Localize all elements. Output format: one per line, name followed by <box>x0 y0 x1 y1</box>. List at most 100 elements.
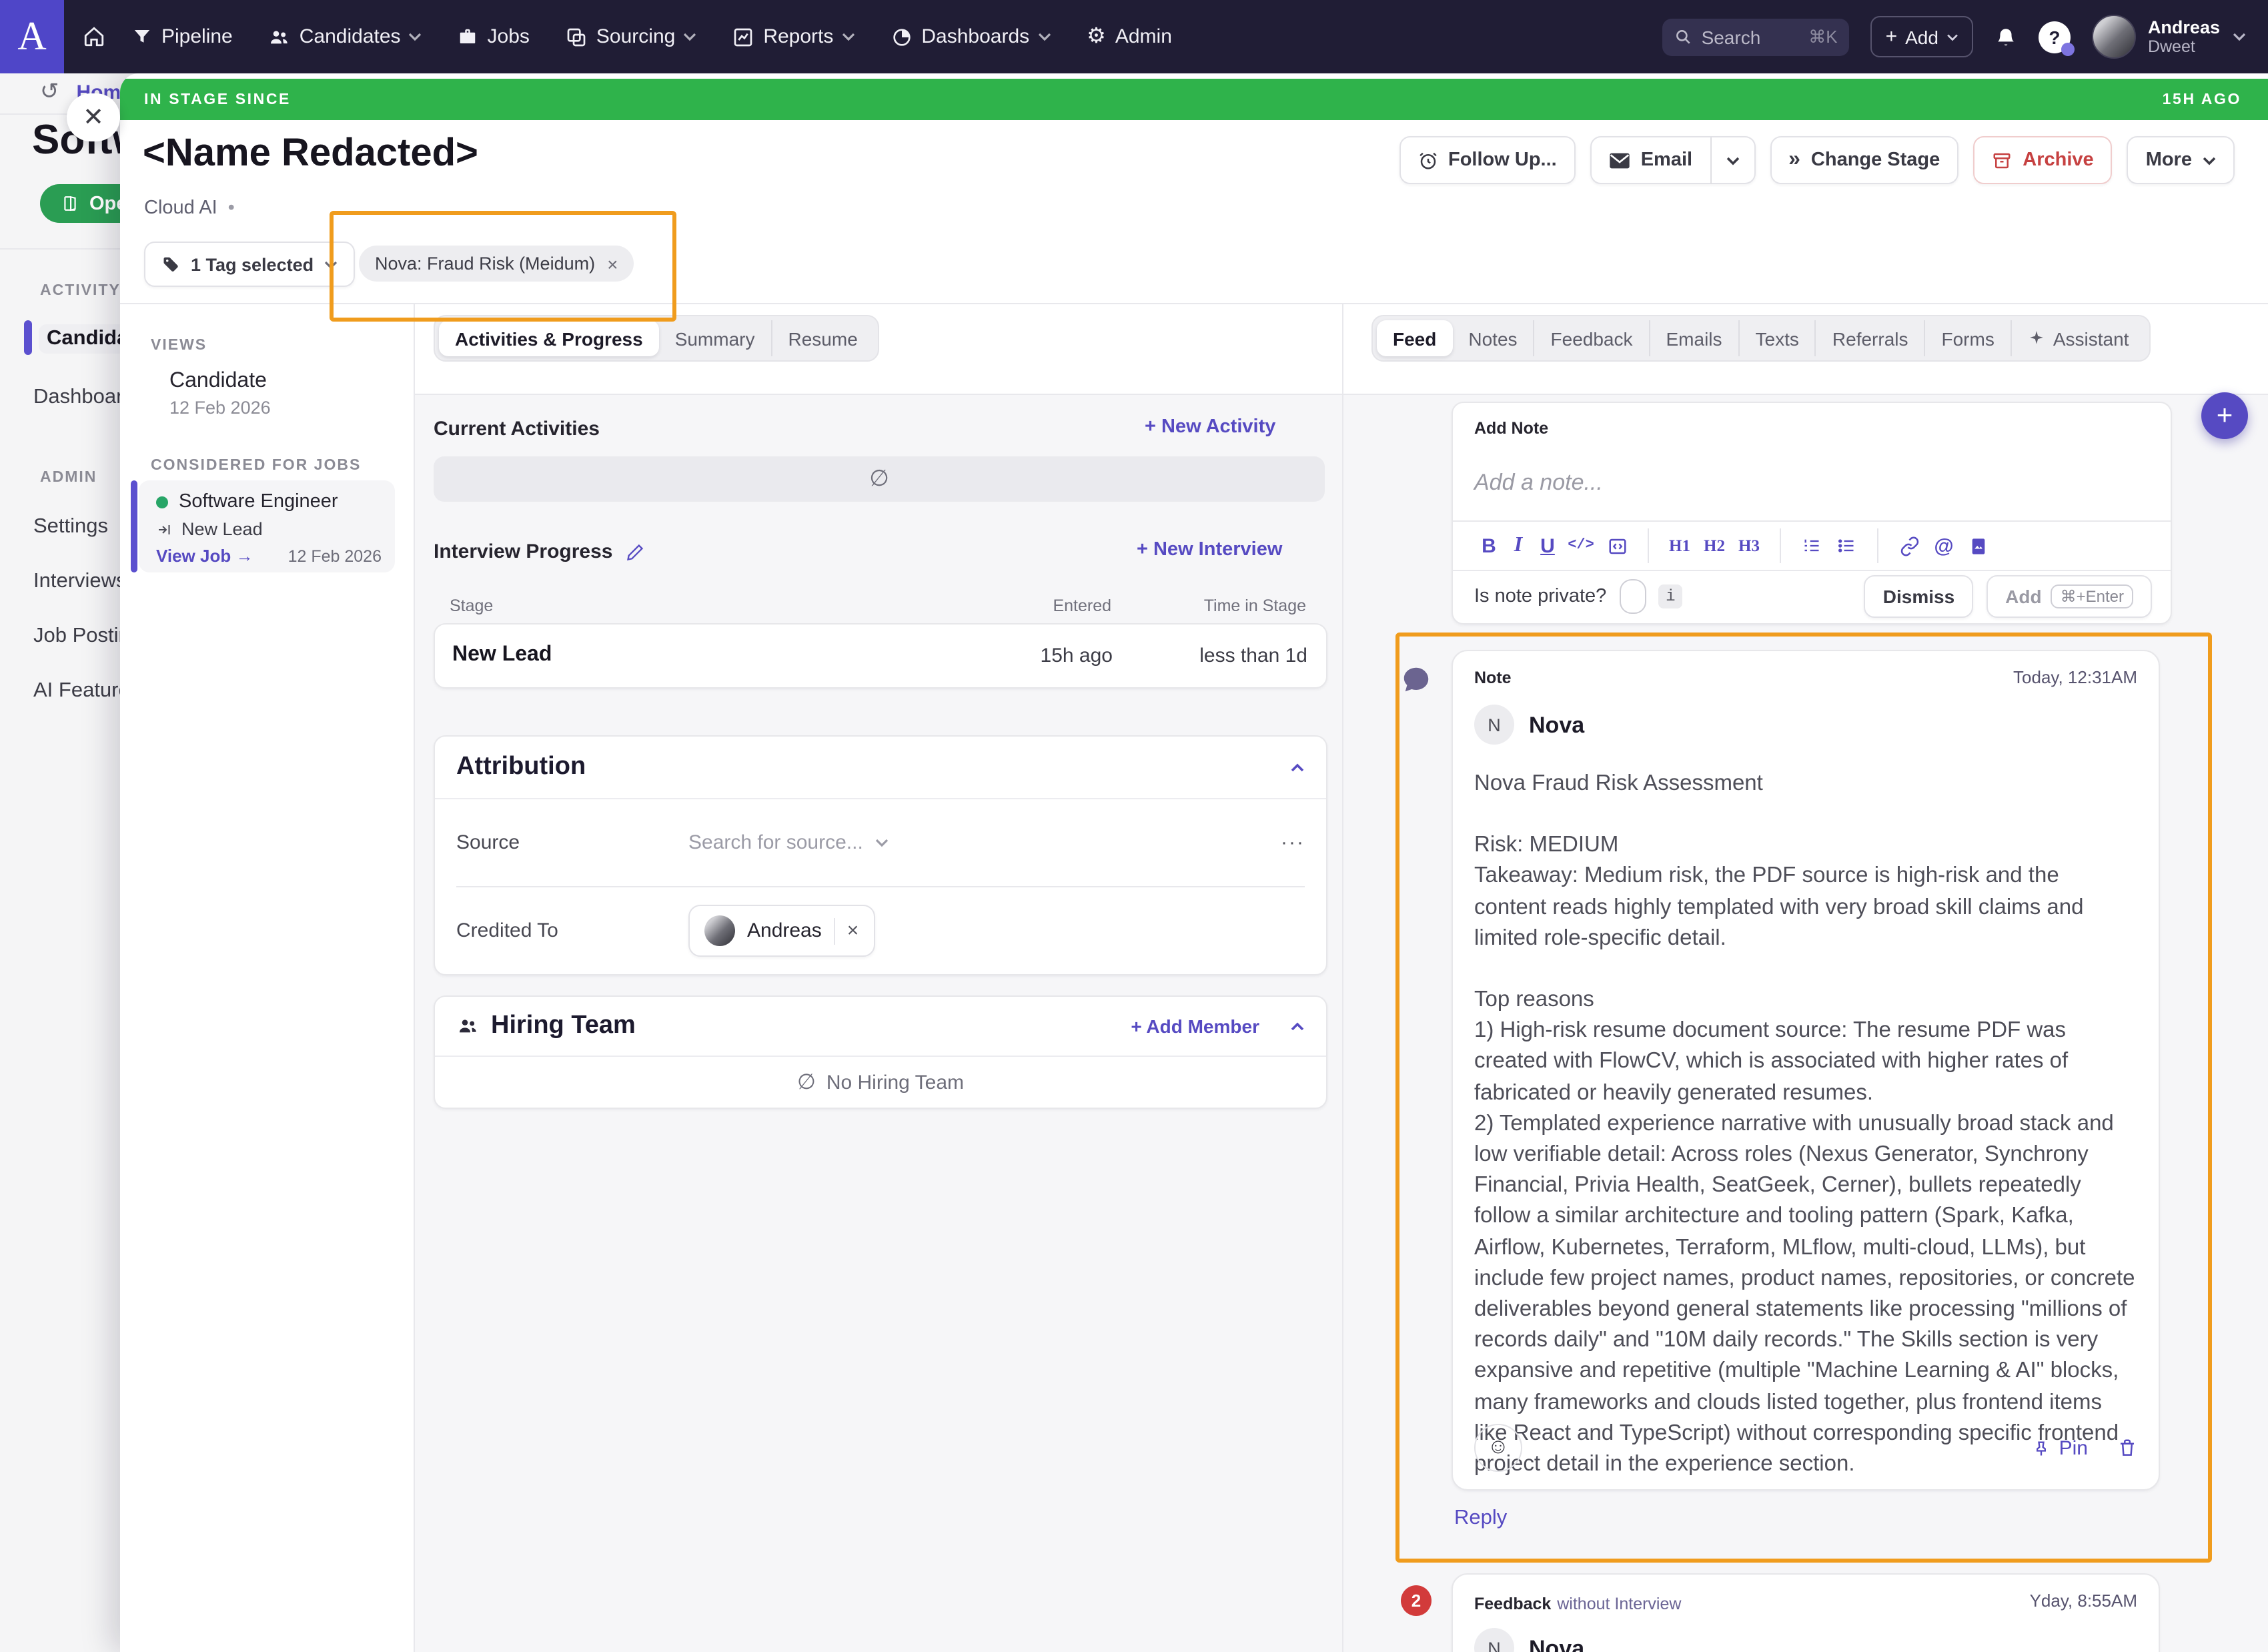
tag-remove-icon[interactable]: × <box>607 253 618 274</box>
reply-link[interactable]: Reply <box>1454 1507 1507 1531</box>
candidate-company[interactable]: Cloud AI <box>144 197 217 219</box>
bullet-list-icon[interactable] <box>1829 536 1864 555</box>
nav-dashboards[interactable]: Dashboards <box>891 25 1051 48</box>
tab-assistant[interactable]: Assistant <box>2011 320 2145 356</box>
new-activity-button[interactable]: + New Activity <box>1145 416 1275 438</box>
col-time-in-stage: Time in Stage <box>1204 596 1306 615</box>
job-stage: New Lead <box>181 519 263 539</box>
sidebar-item-job-postings[interactable]: Job Postings <box>33 625 120 649</box>
views-item-candidate[interactable]: Candidate 12 Feb 2026 <box>169 370 271 418</box>
chevron-down-icon <box>1946 33 1958 41</box>
stage-row[interactable]: New Lead 15h ago less than 1d <box>434 623 1327 689</box>
add-button[interactable]: + Add <box>1871 16 1973 57</box>
email-dropdown-button[interactable] <box>1711 136 1755 184</box>
new-interview-button[interactable]: + New Interview <box>1137 539 1282 560</box>
tab-feedback[interactable]: Feedback <box>1534 320 1649 356</box>
edit-pencil-icon[interactable] <box>626 542 644 561</box>
ordered-list-icon[interactable] <box>1794 536 1829 555</box>
source-select[interactable]: Search for source... <box>688 831 889 854</box>
more-button[interactable]: More <box>2127 136 2235 184</box>
archive-button[interactable]: Archive <box>1973 136 2112 184</box>
nav-pipeline[interactable]: Pipeline <box>132 25 233 48</box>
current-activities-title: Current Activities <box>434 418 600 440</box>
home-icon[interactable] <box>83 25 105 48</box>
tag-chip[interactable]: Nova: Fraud Risk (Meidum) × <box>359 246 634 282</box>
follow-up-button[interactable]: Follow Up... <box>1399 136 1576 184</box>
tab-resume[interactable]: Resume <box>771 320 874 356</box>
editor-toolbar: B I U </> H1 H2 H3 <box>1474 522 1996 570</box>
attribution-card: Attribution Source Search for source... … <box>434 735 1327 975</box>
tab-emails[interactable]: Emails <box>1649 320 1738 356</box>
collapse-chevron-icon[interactable] <box>1290 763 1305 772</box>
user-menu[interactable]: Andreas Dweet <box>2092 15 2247 59</box>
empty-icon: ∅ <box>869 466 889 492</box>
link-icon[interactable] <box>1892 536 1926 556</box>
considered-job-card[interactable]: Software Engineer New Lead View Job → 12… <box>139 480 395 572</box>
credited-remove-icon[interactable]: × <box>847 919 859 942</box>
tab-activities-progress[interactable]: Activities & Progress <box>439 320 659 356</box>
note-input[interactable]: Add a note... <box>1474 470 1603 496</box>
sourcing-icon <box>566 26 587 47</box>
code-block-icon[interactable] <box>1600 536 1634 556</box>
add-note-composer: Add Note Add a note... B I U </> H1 H2 H… <box>1452 402 2172 625</box>
fab-add-button[interactable]: + <box>2201 392 2248 439</box>
info-icon[interactable]: i <box>1658 584 1682 608</box>
add-member-button[interactable]: + Add Member <box>1131 1015 1259 1037</box>
chevron-down-icon <box>683 32 696 41</box>
underline-icon[interactable]: U <box>1533 534 1562 557</box>
credited-chip[interactable]: Andreas × <box>688 905 875 957</box>
source-menu-icon[interactable]: ··· <box>1281 831 1305 854</box>
tab-notes[interactable]: Notes <box>1452 320 1533 356</box>
email-button[interactable]: Email <box>1590 136 1711 184</box>
h2-icon[interactable]: H2 <box>1697 536 1732 556</box>
tab-feed[interactable]: Feed <box>1377 320 1452 356</box>
change-stage-button[interactable]: » Change Stage <box>1770 136 1958 184</box>
credited-avatar <box>704 915 735 946</box>
nav-admin[interactable]: ⚙ Admin <box>1087 25 1172 48</box>
sidebar-item-ai-features[interactable]: AI Features <box>33 679 120 703</box>
notifications-bell-icon[interactable] <box>1995 25 2017 49</box>
app-logo[interactable]: A <box>0 0 64 73</box>
candidate-panel: IN STAGE SINCE 15H AGO <Name Redacted> F… <box>120 73 2268 1652</box>
view-job-link[interactable]: View Job → <box>156 546 253 566</box>
tag-selector[interactable]: 1 Tag selected <box>144 242 355 287</box>
mention-icon[interactable]: @ <box>1926 534 1961 557</box>
private-toggle[interactable] <box>1620 579 1646 614</box>
inline-code-icon[interactable]: </> <box>1562 538 1600 554</box>
stage-banner-label: IN STAGE SINCE <box>144 91 291 107</box>
nav-sourcing[interactable]: Sourcing <box>566 25 696 48</box>
tab-texts[interactable]: Texts <box>1738 320 1815 356</box>
tab-summary[interactable]: Summary <box>659 320 771 356</box>
job-card-active-bar <box>131 480 137 572</box>
nav-jobs[interactable]: Jobs <box>458 25 530 48</box>
italic-icon[interactable]: I <box>1504 534 1533 558</box>
help-icon[interactable]: ? <box>2039 21 2071 53</box>
feedback-author-avatar: N <box>1474 1628 1514 1652</box>
emoji-reaction-button[interactable]: ☺ <box>1474 1424 1522 1472</box>
add-note-button[interactable]: Add ⌘+Enter <box>1987 575 2152 618</box>
tab-referrals[interactable]: Referrals <box>1815 320 1924 356</box>
dismiss-button[interactable]: Dismiss <box>1864 575 1973 618</box>
sidebar-item-interviews[interactable]: Interviews <box>33 570 120 594</box>
collapse-chevron-icon[interactable] <box>1290 1021 1305 1031</box>
col-entered: Entered <box>1053 596 1111 615</box>
tab-forms[interactable]: Forms <box>1924 320 2011 356</box>
history-icon[interactable]: ↺ <box>40 79 59 105</box>
feedback-timestamp: Yday, 8:55AM <box>2030 1591 2137 1611</box>
sidebar-item-dashboards[interactable]: Dashboards <box>33 386 120 410</box>
attach-file-icon[interactable] <box>1961 536 1996 556</box>
nav-candidates[interactable]: Candidates <box>269 25 422 48</box>
h3-icon[interactable]: H3 <box>1732 536 1766 556</box>
job-open-badge[interactable]: Open <box>40 184 120 223</box>
delete-note-button[interactable] <box>2117 1437 2137 1459</box>
search-input[interactable]: Search ⌘K <box>1663 18 1850 55</box>
chevron-down-icon <box>2203 155 2216 165</box>
pin-button[interactable]: Pin <box>2033 1436 2088 1459</box>
sidebar-item-settings[interactable]: Settings <box>33 515 108 539</box>
bold-icon[interactable]: B <box>1474 534 1504 557</box>
close-icon[interactable]: ✕ <box>67 93 120 141</box>
candidate-name: <Name Redacted> <box>143 132 478 176</box>
h1-icon[interactable]: H1 <box>1662 536 1697 556</box>
nav-reports[interactable]: Reports <box>732 25 855 48</box>
sidebar-item-candidates[interactable]: Candidates <box>39 324 120 354</box>
